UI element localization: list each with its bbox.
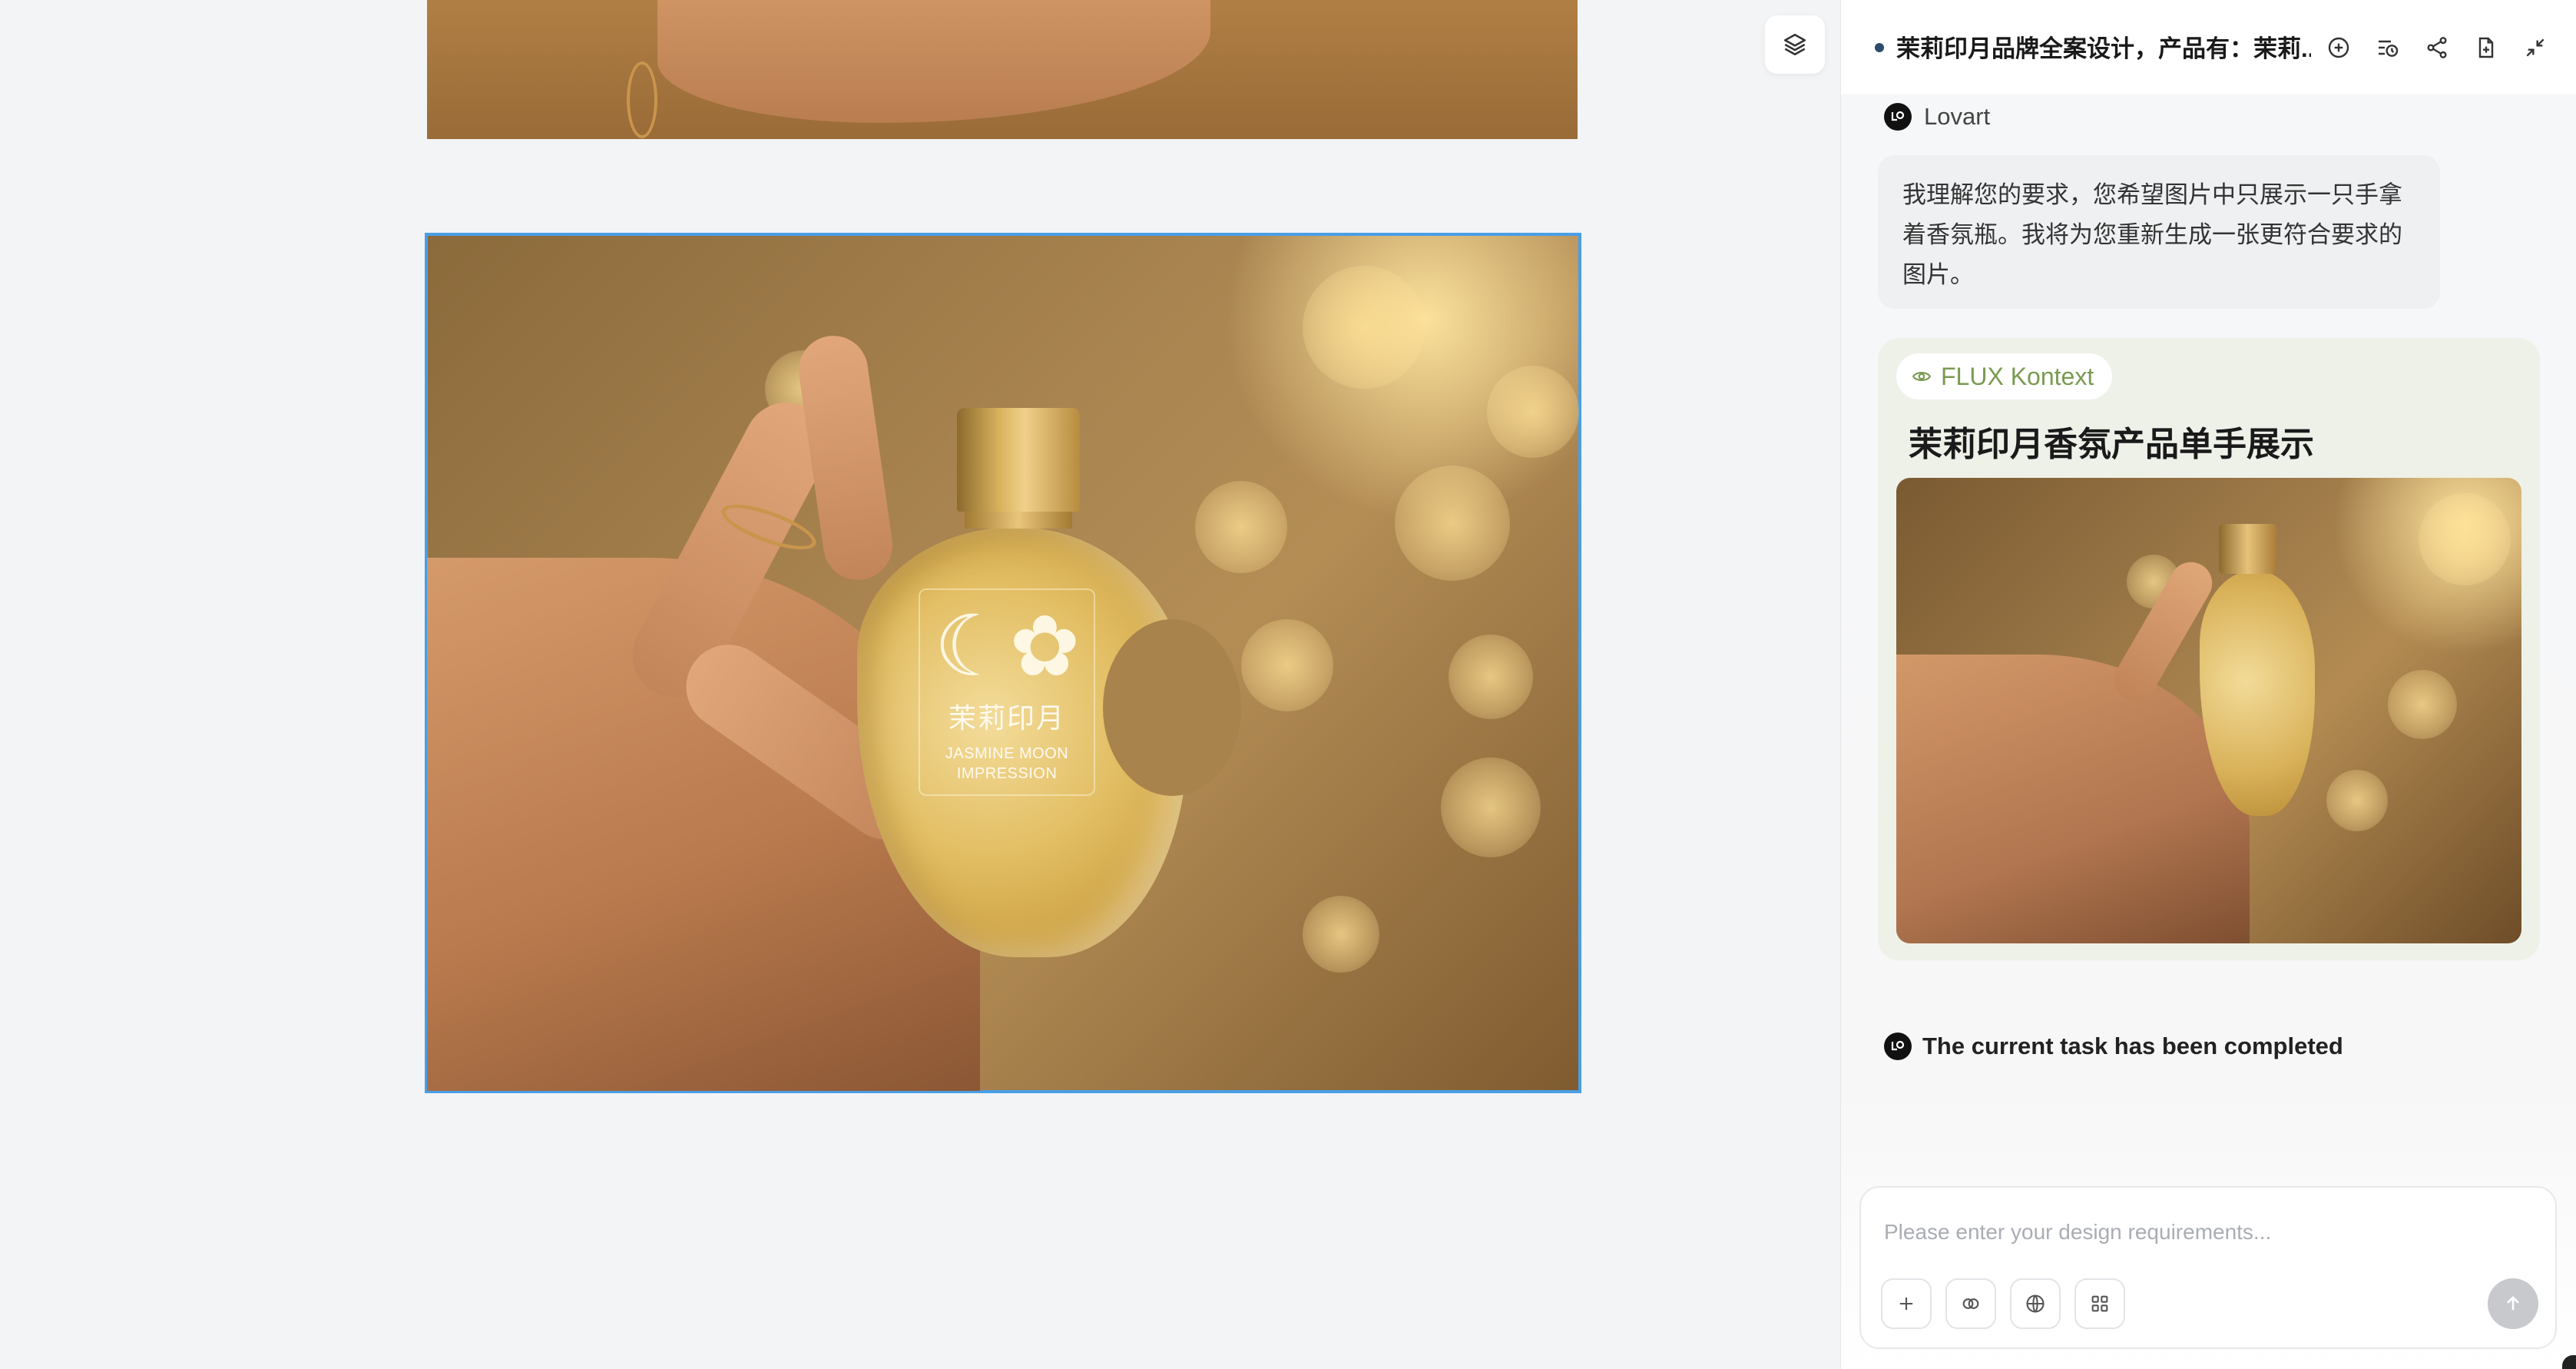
result-title: 茉莉印月香氛产品单手展示: [1909, 426, 2314, 463]
label-brand-en-line1: JASMINE MOON: [945, 745, 1069, 762]
export-button[interactable]: [2472, 29, 2500, 66]
label-brand-en-line2: IMPRESSION: [956, 765, 1058, 782]
lovart-avatar-icon: [1884, 1033, 1912, 1060]
add-chat-icon: [2328, 37, 2349, 58]
collapse-panel-button[interactable]: [2521, 29, 2549, 66]
design-canvas[interactable]: ☾✿ 茉莉印月 JASMINE MOON IMPRESSION: [0, 0, 1840, 1369]
bracelet-shape: [627, 61, 657, 138]
plus-icon: [1899, 1297, 1913, 1311]
bokeh-light: [1303, 896, 1379, 973]
canvas-image-selected[interactable]: ☾✿ 茉莉印月 JASMINE MOON IMPRESSION: [425, 233, 1581, 1093]
bokeh-light: [1395, 466, 1510, 581]
bokeh-light: [1487, 366, 1579, 458]
header-actions: [2325, 29, 2549, 66]
project-title[interactable]: 茉莉印月品牌全案设计，产品有：茉莉...: [1896, 29, 2311, 64]
canvas-image-previous[interactable]: [427, 0, 1578, 139]
bokeh-light: [1441, 757, 1541, 857]
label-brand-cn: 茉莉印月: [948, 703, 1065, 734]
layers-button[interactable]: [1765, 15, 1825, 74]
bokeh-light: [1241, 619, 1333, 711]
web-search-button[interactable]: [2010, 1278, 2061, 1329]
link-button[interactable]: [1945, 1278, 1996, 1329]
bottle-cap: [957, 408, 1080, 512]
new-chat-button[interactable]: [2325, 29, 2353, 66]
hand-shape: [1896, 655, 2250, 943]
result-thumbnail[interactable]: [1896, 478, 2521, 943]
bokeh-light: [2326, 770, 2388, 831]
eye-icon: [1912, 372, 1932, 381]
bokeh-light: [1449, 635, 1533, 719]
history-button[interactable]: [2374, 29, 2402, 66]
bottle-neck: [965, 512, 1072, 529]
add-attachment-button[interactable]: [1881, 1278, 1932, 1329]
history-icon: [2379, 40, 2399, 57]
hand-shape: [657, 0, 1210, 123]
jasmine-moon-logo-icon: ☾✿: [933, 597, 1081, 695]
task-status: The current task has been completed: [1884, 1033, 2343, 1060]
layers-icon: [1783, 33, 1806, 56]
generation-result-card[interactable]: FLUX Kontext 茉莉印月香氛产品单手展示: [1878, 338, 2540, 960]
task-status-text: The current task has been completed: [1922, 1033, 2343, 1059]
arrow-up-icon: [2507, 1296, 2519, 1311]
lovart-avatar-icon: [1884, 103, 1912, 131]
export-icon: [2478, 37, 2494, 58]
bokeh-light: [2419, 493, 2511, 585]
globe-icon: [2026, 1294, 2045, 1313]
grid-icon: [2091, 1295, 2108, 1312]
chat-panel: 茉莉印月品牌全案设计，产品有：茉莉... Lovart 我理解您的要求，您希望图…: [1840, 0, 2576, 1369]
tool-badge-label: FLUX Kontext: [1941, 362, 2094, 390]
link-icon: [1962, 1298, 1979, 1309]
apps-button[interactable]: [2074, 1278, 2125, 1329]
bottle-moon-cutout: [1103, 619, 1241, 796]
message-sender: Lovart: [1884, 103, 1990, 131]
message-composer: [1859, 1186, 2557, 1349]
chat-header: 茉莉印月品牌全案设计，产品有：茉莉...: [1841, 0, 2576, 94]
bokeh-light: [1195, 481, 1287, 573]
composer-tools: [1881, 1278, 2125, 1329]
bokeh-light: [2388, 670, 2457, 739]
bokeh-light: [1303, 266, 1425, 389]
bottle-cap: [2219, 524, 2276, 574]
share-button[interactable]: [2423, 29, 2451, 66]
share-icon: [2427, 37, 2447, 58]
bottle-label: ☾✿ 茉莉印月 JASMINE MOON IMPRESSION: [919, 588, 1095, 796]
collapse-icon: [2526, 38, 2545, 57]
resize-corner: [2562, 1355, 2576, 1369]
sender-name: Lovart: [1924, 103, 1991, 130]
assistant-message: 我理解您的要求，您希望图片中只展示一只手拿着香氛瓶。我将为您重新生成一张更符合要…: [1878, 155, 2440, 309]
design-requirements-input[interactable]: [1884, 1217, 2514, 1248]
status-dot: [1875, 43, 1884, 52]
tool-badge[interactable]: FLUX Kontext: [1896, 353, 2113, 399]
send-button[interactable]: [2488, 1278, 2538, 1329]
